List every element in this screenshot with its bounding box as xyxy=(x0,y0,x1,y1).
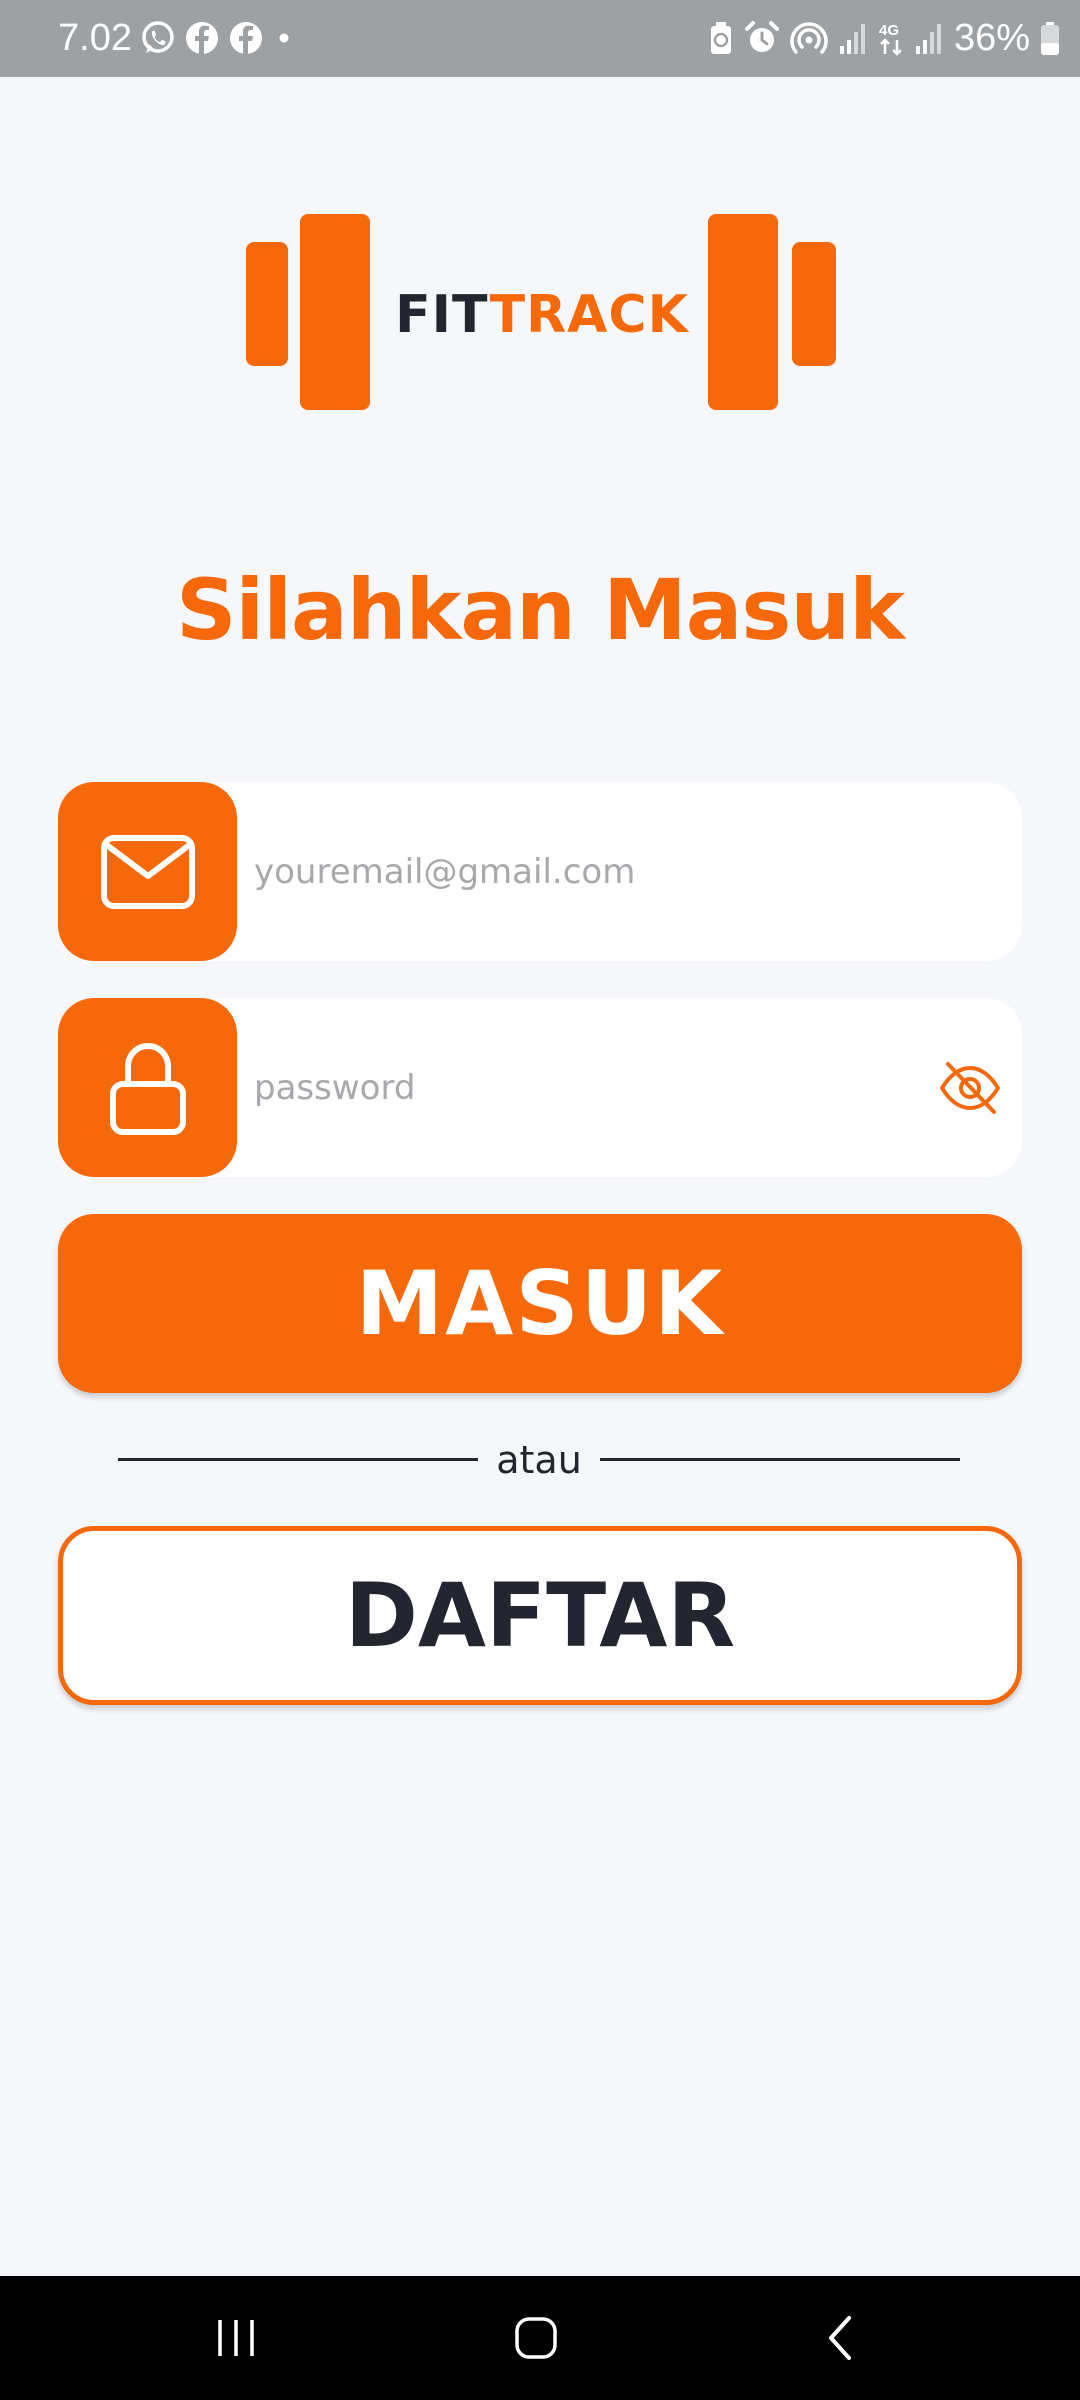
login-button[interactable]: MASUK xyxy=(58,1214,1022,1393)
facebook-icon xyxy=(186,22,218,54)
email-icon-box xyxy=(58,782,237,961)
signal-icon xyxy=(839,24,865,54)
fittrack-logo: FITTRACK xyxy=(246,214,836,410)
logo-plate-inner-left xyxy=(300,214,370,410)
logo-text-fit: FIT xyxy=(395,285,490,345)
or-divider: atau xyxy=(118,1434,960,1486)
home-button[interactable] xyxy=(486,2298,586,2378)
dot-icon xyxy=(279,33,289,43)
recent-apps-button[interactable] xyxy=(186,2298,286,2378)
email-field[interactable] xyxy=(58,782,1022,961)
battery-saver-icon xyxy=(710,22,731,54)
signal-icon xyxy=(915,24,941,54)
home-icon xyxy=(515,2317,557,2359)
password-input[interactable] xyxy=(254,998,854,1177)
login-title: Silahkan Masuk xyxy=(175,561,905,659)
logo-text-track: TRACK xyxy=(489,285,689,345)
battery-percent: 36% xyxy=(953,17,1030,59)
back-icon xyxy=(829,2316,851,2360)
navigation-bar xyxy=(0,2276,1080,2400)
divider-line-right xyxy=(600,1458,960,1461)
alarm-icon xyxy=(744,21,779,52)
back-button[interactable] xyxy=(790,2298,890,2378)
register-button[interactable]: DAFTAR xyxy=(58,1526,1022,1705)
status-time: 7.02 xyxy=(58,17,132,59)
status-system-icons: 4G 36% xyxy=(708,18,1060,58)
logo-plate-outer-left xyxy=(246,242,288,366)
eye-off-icon[interactable] xyxy=(938,1056,1002,1120)
lock-icon xyxy=(109,1042,186,1135)
email-input[interactable] xyxy=(254,782,934,961)
4g-icon: 4G xyxy=(879,22,902,56)
svg-text:4G: 4G xyxy=(879,22,899,39)
password-field[interactable] xyxy=(58,998,1022,1177)
facebook-icon xyxy=(230,22,262,54)
status-notification-icons xyxy=(140,18,296,58)
recent-apps-icon xyxy=(218,2320,254,2356)
hotspot-icon xyxy=(790,22,828,54)
mail-icon xyxy=(100,834,195,909)
battery-icon xyxy=(1041,22,1059,55)
logo-text: FITTRACK xyxy=(392,286,692,344)
password-icon-box xyxy=(58,998,237,1177)
status-bar: 7.02 4G 36% xyxy=(0,0,1080,77)
logo-plate-inner-right xyxy=(708,214,778,410)
whatsapp-icon xyxy=(142,21,174,53)
logo-plate-outer-right xyxy=(792,242,836,366)
